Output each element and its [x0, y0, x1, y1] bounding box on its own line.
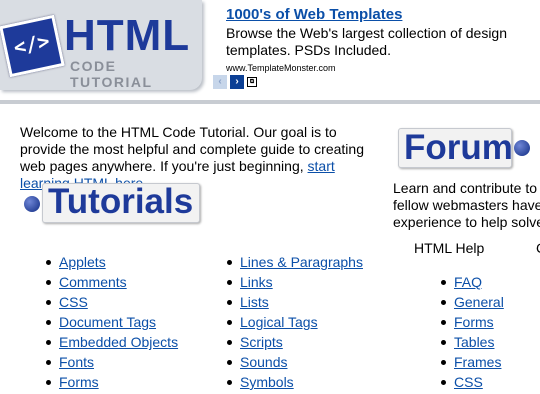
tutorial-link-sounds[interactable]: Sounds: [240, 354, 287, 370]
ad-next-arrow-icon[interactable]: ›: [230, 75, 244, 89]
list-item: Comments: [46, 274, 178, 294]
list-item: Forms: [441, 314, 504, 334]
list-item: Fonts: [46, 354, 178, 374]
help-link-tables[interactable]: Tables: [454, 334, 494, 350]
list-item: Lists: [227, 294, 363, 314]
logo-subtitle: CODE TUTORIAL: [70, 58, 153, 90]
ad-description: Browse the Web's largest collection of d…: [226, 25, 508, 58]
tutorial-link-css[interactable]: CSS: [59, 294, 88, 310]
tutorial-link-symbols[interactable]: Symbols: [240, 374, 294, 390]
logo-title: HTML: [64, 11, 191, 60]
list-item: CSS: [441, 374, 504, 394]
ad-navigation: ‹ › ⧉: [213, 75, 260, 90]
bullet-icon: [46, 340, 51, 345]
list-item: Frames: [441, 354, 504, 374]
code-bracket-icon: </>: [0, 14, 65, 78]
list-item: Sounds: [227, 354, 363, 374]
list-item: Tables: [441, 334, 504, 354]
forum-description: Learn and contribute to th fellow webmast…: [393, 180, 540, 230]
bullet-icon: [227, 340, 232, 345]
tutorial-link-fonts[interactable]: Fonts: [59, 354, 94, 370]
tutorial-link-document-tags[interactable]: Document Tags: [59, 314, 156, 330]
bullet-icon: [46, 300, 51, 305]
help-link-frames[interactable]: Frames: [454, 354, 501, 370]
bullet-icon: [46, 360, 51, 365]
list-item: CSS: [46, 294, 178, 314]
bullet-icon: [46, 260, 51, 265]
bullet-icon: [441, 380, 446, 385]
tutorial-link-embedded-objects[interactable]: Embedded Objects: [59, 334, 178, 350]
forum-heading: Forum: [404, 128, 513, 167]
cut-off-label: C: [536, 240, 540, 256]
list-item: Links: [227, 274, 363, 294]
list-item: Applets: [46, 254, 178, 274]
help-link-css[interactable]: CSS: [454, 374, 483, 390]
bullet-icon: [441, 320, 446, 325]
bullet-icon: [227, 280, 232, 285]
tutorials-heading: Tutorials: [48, 182, 194, 221]
bullet-icon: [227, 320, 232, 325]
ad-url[interactable]: www.TemplateMonster.com: [226, 63, 540, 73]
header-divider: [0, 100, 540, 104]
bullet-icon: [227, 360, 232, 365]
list-item: Symbols: [227, 374, 363, 394]
tutorial-link-applets[interactable]: Applets: [59, 254, 106, 270]
help-link-forms[interactable]: Forms: [454, 314, 494, 330]
popout-window-icon[interactable]: ⧉: [247, 77, 257, 87]
header: </> HTML CODE TUTORIAL 1000's of Web Tem…: [0, 0, 540, 102]
ad-banner: 1000's of Web Templates Browse the Web's…: [226, 6, 540, 73]
bullet-icon: [227, 300, 232, 305]
ad-prev-arrow-icon[interactable]: ‹: [213, 75, 227, 89]
bullet-icon: [227, 260, 232, 265]
list-item: General: [441, 294, 504, 314]
tutorial-link-comments[interactable]: Comments: [59, 274, 127, 290]
tutorial-link-lists[interactable]: Lists: [240, 294, 269, 310]
tutorial-link-lines-paragraphs[interactable]: Lines & Paragraphs: [240, 254, 363, 270]
tutorial-link-logical-tags[interactable]: Logical Tags: [240, 314, 318, 330]
bullet-icon: [46, 320, 51, 325]
tutorial-link-scripts[interactable]: Scripts: [240, 334, 283, 350]
html-help-label: HTML Help: [414, 240, 485, 256]
bullet-icon: [227, 380, 232, 385]
bullet-icon: [441, 300, 446, 305]
bullet-icon: [441, 280, 446, 285]
tutorial-link-forms[interactable]: Forms: [59, 374, 99, 390]
ad-title-link[interactable]: 1000's of Web Templates: [226, 6, 540, 24]
list-item: FAQ: [441, 274, 504, 294]
site-logo[interactable]: </> HTML CODE TUTORIAL: [0, 0, 202, 90]
bullet-icon: [46, 380, 51, 385]
list-item: Scripts: [227, 334, 363, 354]
bullet-icon: [46, 280, 51, 285]
list-item: Lines & Paragraphs: [227, 254, 363, 274]
help-list: FAQ General Forms Tables Frames CSS: [441, 274, 504, 394]
bullet-icon: [441, 360, 446, 365]
list-item: Embedded Objects: [46, 334, 178, 354]
tutorial-link-links[interactable]: Links: [240, 274, 273, 290]
list-item: Logical Tags: [227, 314, 363, 334]
list-item: Document Tags: [46, 314, 178, 334]
bullet-sphere-icon: [24, 196, 40, 212]
tutorials-list-col1: Applets Comments CSS Document Tags Embed…: [46, 254, 178, 394]
list-item: Forms: [46, 374, 178, 394]
help-link-general[interactable]: General: [454, 294, 504, 310]
tutorials-list-col2: Lines & Paragraphs Links Lists Logical T…: [227, 254, 363, 394]
bullet-sphere-icon: [514, 140, 530, 156]
help-link-faq[interactable]: FAQ: [454, 274, 482, 290]
bullet-icon: [441, 340, 446, 345]
